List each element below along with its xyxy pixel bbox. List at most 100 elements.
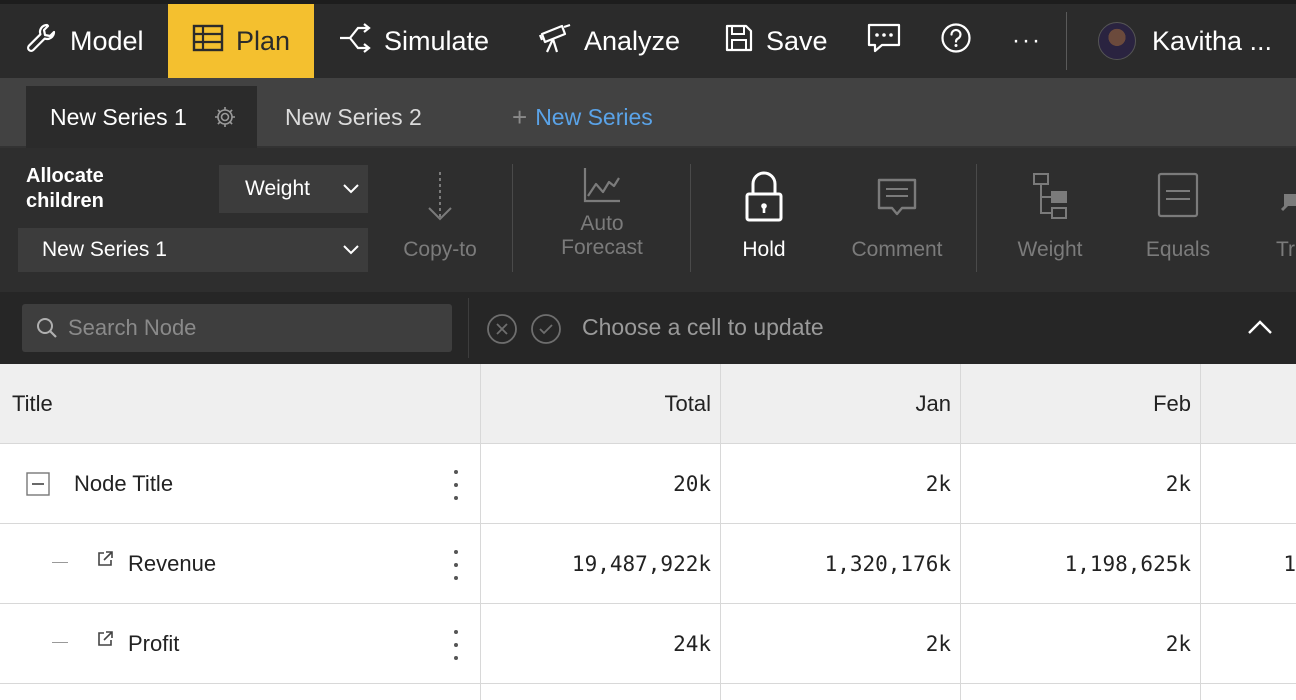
nav-analyze-label: Analyze: [584, 25, 681, 56]
nav-simulate-label: Simulate: [384, 25, 490, 56]
external-link-icon[interactable]: [96, 550, 114, 573]
series-tab-1-label: New Series 1: [50, 103, 187, 130]
hold-label: Hold: [742, 238, 786, 261]
column-header-total[interactable]: Total: [481, 364, 721, 444]
row-title: Node Title: [74, 471, 174, 496]
search-icon: [36, 317, 58, 339]
table-row: Revenue 19,487,922k 1,320,176k 1,198,625…: [0, 524, 1296, 604]
comment-button[interactable]: Comment: [848, 170, 946, 262]
series-select-value: New Series 1: [42, 238, 167, 261]
cell-next[interactable]: [1201, 604, 1296, 684]
allocation-toolbar: Allocate children Weight New Series 1 Co…: [0, 148, 1296, 292]
telescope-icon: [538, 22, 572, 61]
column-header-title[interactable]: Title: [0, 364, 480, 444]
lock-icon: [742, 170, 786, 230]
chat-button[interactable]: [866, 4, 902, 78]
row-title-cell[interactable]: Profit: [0, 604, 480, 684]
nav-plan[interactable]: Plan: [168, 4, 314, 78]
cell-jan[interactable]: 2k: [721, 604, 961, 684]
new-series-button[interactable]: + New Series: [512, 86, 653, 148]
search-node-input[interactable]: [68, 315, 428, 341]
truncated-tool-button[interactable]: Tr: [1276, 170, 1296, 262]
user-name: Kavitha ...: [1152, 25, 1273, 56]
equals-label: Equals: [1145, 238, 1211, 261]
column-divider: [1200, 364, 1201, 700]
series-tab-1[interactable]: New Series 1: [26, 86, 257, 148]
plus-icon: +: [512, 101, 528, 132]
settings-gear-icon[interactable]: [213, 105, 237, 129]
nav-analyze[interactable]: Analyze: [538, 4, 680, 78]
truncated-tool-icon: [1276, 170, 1296, 230]
more-dots-icon: ···: [1012, 27, 1042, 54]
tree-connector: [52, 562, 68, 563]
column-header-jan[interactable]: Jan: [721, 364, 961, 444]
cell-feb[interactable]: 2k: [961, 444, 1201, 524]
cancel-circle-icon[interactable]: [486, 313, 518, 350]
wrench-icon: [24, 21, 58, 62]
series-select[interactable]: New Series 1: [18, 228, 368, 272]
cell-jan[interactable]: 1,320,176k: [721, 524, 961, 604]
equals-button[interactable]: Equals: [1142, 170, 1214, 262]
new-series-label: New Series: [535, 103, 653, 130]
allocation-method-select[interactable]: Weight: [219, 165, 368, 213]
column-divider: [960, 364, 961, 700]
table-icon: [192, 24, 224, 59]
weight-label: Weight: [1017, 238, 1083, 261]
column-header-feb[interactable]: Feb: [961, 364, 1201, 444]
update-status-text: Choose a cell to update: [582, 314, 824, 340]
search-box: [22, 304, 452, 352]
cell-jan[interactable]: 2k: [721, 444, 961, 524]
more-menu-button[interactable]: ···: [1012, 4, 1042, 78]
table-row: Node Title 20k 2k 2k: [0, 444, 1296, 524]
confirm-check-icon[interactable]: [530, 313, 562, 350]
cell-next[interactable]: [1201, 444, 1296, 524]
hold-button[interactable]: Hold: [732, 170, 796, 262]
arrow-down-icon: [425, 170, 455, 230]
cell-total[interactable]: 20k: [481, 444, 721, 524]
truncated-tool-label: Tr: [1276, 238, 1296, 261]
floppy-disk-icon: [724, 23, 754, 60]
row-menu-icon[interactable]: [446, 630, 466, 660]
comment-icon: [875, 170, 919, 230]
nav-plan-label: Plan: [236, 25, 291, 56]
column-header-title-label: Title: [12, 390, 53, 416]
hierarchy-icon: [1028, 170, 1072, 230]
table-row: Profit 24k 2k 2k: [0, 604, 1296, 684]
allocate-children-title: Allocate children: [26, 165, 104, 212]
chevron-down-icon: [342, 238, 360, 262]
comment-label: Comment: [851, 238, 943, 261]
series-tab-2[interactable]: New Series 2: [285, 86, 422, 148]
copy-to-label: Copy-to: [403, 238, 477, 261]
external-link-icon[interactable]: [96, 630, 114, 653]
row-menu-icon[interactable]: [446, 470, 466, 500]
collapse-icon[interactable]: [26, 472, 50, 501]
nav-model[interactable]: Model: [24, 4, 144, 78]
plan-grid: Title Total Jan Feb Node Title 20k 2k 2k…: [0, 364, 1296, 700]
nav-save[interactable]: Save: [724, 4, 828, 78]
top-nav: Model Plan Simulate Analyze Save ··· Kav…: [0, 0, 1296, 78]
cell-feb[interactable]: 1,198,625k: [961, 524, 1201, 604]
auto-forecast-label: Auto Forecast: [561, 212, 643, 259]
help-button[interactable]: [940, 4, 972, 78]
nav-simulate[interactable]: Simulate: [338, 4, 489, 78]
row-title-cell[interactable]: Node Title: [0, 444, 480, 524]
row-menu-icon[interactable]: [446, 550, 466, 580]
chevron-up-icon[interactable]: [1246, 318, 1274, 341]
tool-separator: [690, 164, 691, 272]
row-title-cell[interactable]: Revenue: [0, 524, 480, 604]
tree-connector: [52, 642, 68, 643]
cell-next[interactable]: 1: [1201, 524, 1296, 604]
allocation-method-value: Weight: [245, 177, 310, 200]
column-header-total-label: Total: [664, 390, 711, 416]
auto-forecast-button[interactable]: Auto Forecast: [552, 166, 652, 260]
cell-feb[interactable]: 2k: [961, 604, 1201, 684]
row-title: Revenue: [128, 551, 217, 576]
cell-total[interactable]: 24k: [481, 604, 721, 684]
cell-total[interactable]: 19,487,922k: [481, 524, 721, 604]
column-header-feb-label: Feb: [1153, 390, 1191, 416]
copy-to-button[interactable]: Copy-to: [400, 170, 480, 262]
tool-separator: [512, 164, 513, 272]
user-menu[interactable]: Kavitha ...: [1098, 4, 1272, 78]
weight-button[interactable]: Weight: [1014, 170, 1086, 262]
row-title: Profit: [128, 631, 180, 656]
